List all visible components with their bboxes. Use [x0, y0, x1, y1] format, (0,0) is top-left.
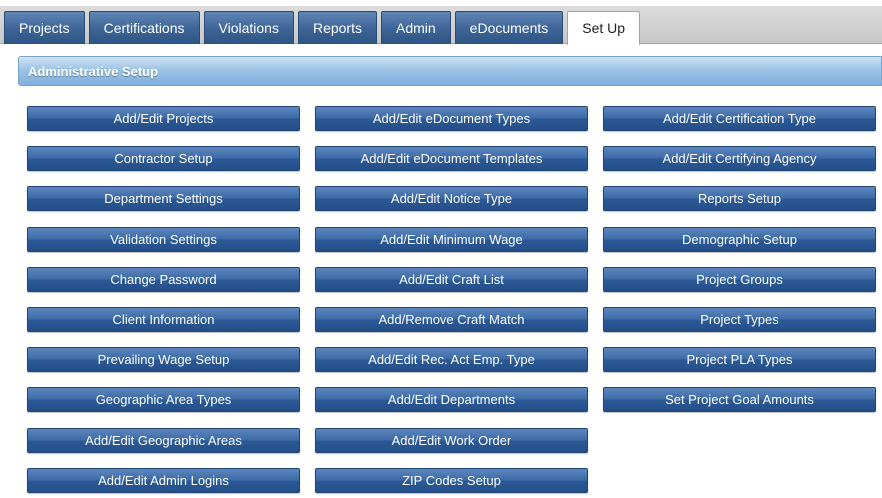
prevailing-wage-setup-button[interactable]: Prevailing Wage Setup [27, 347, 300, 373]
add-edit-craft-list-button[interactable]: Add/Edit Craft List [315, 266, 588, 292]
reports-setup-button[interactable]: Reports Setup [603, 186, 876, 212]
main-tab-bar: Projects Certifications Violations Repor… [0, 0, 882, 45]
project-types-button[interactable]: Project Types [603, 306, 876, 332]
validation-settings-button[interactable]: Validation Settings [27, 226, 300, 252]
add-remove-craft-match-button[interactable]: Add/Remove Craft Match [315, 306, 588, 332]
contractor-setup-button[interactable]: Contractor Setup [27, 146, 300, 172]
tab-admin[interactable]: Admin [380, 11, 451, 44]
section-title: Administrative Setup [28, 64, 159, 79]
zip-codes-setup-button[interactable]: ZIP Codes Setup [315, 467, 588, 493]
add-edit-edocument-templates-button[interactable]: Add/Edit eDocument Templates [315, 146, 588, 172]
department-settings-button[interactable]: Department Settings [27, 186, 300, 212]
tab-certifications[interactable]: Certifications [88, 11, 200, 44]
tab-reports[interactable]: Reports [297, 11, 377, 44]
setup-column-1: Add/Edit Projects Contractor Setup Depar… [27, 106, 300, 498]
demographic-setup-button[interactable]: Demographic Setup [603, 226, 876, 252]
add-edit-certification-type-button[interactable]: Add/Edit Certification Type [603, 106, 876, 131]
add-edit-minimum-wage-button[interactable]: Add/Edit Minimum Wage [315, 226, 588, 252]
setup-column-3: Add/Edit Certification Type Add/Edit Cer… [603, 106, 876, 428]
add-edit-rec-act-emp-type-button[interactable]: Add/Edit Rec. Act Emp. Type [315, 347, 588, 373]
tab-list: Projects Certifications Violations Repor… [4, 11, 644, 45]
setup-column-2: Add/Edit eDocument Types Add/Edit eDocum… [315, 106, 588, 498]
add-edit-geographic-areas-button[interactable]: Add/Edit Geographic Areas [27, 427, 300, 453]
change-password-button[interactable]: Change Password [27, 266, 300, 292]
tab-violations[interactable]: Violations [203, 11, 294, 44]
add-edit-notice-type-button[interactable]: Add/Edit Notice Type [315, 186, 588, 212]
set-project-goal-amounts-button[interactable]: Set Project Goal Amounts [603, 387, 876, 413]
client-information-button[interactable]: Client Information [27, 306, 300, 332]
geographic-area-types-button[interactable]: Geographic Area Types [27, 387, 300, 413]
tab-projects[interactable]: Projects [4, 11, 85, 44]
add-edit-departments-button[interactable]: Add/Edit Departments [315, 387, 588, 413]
add-edit-certifying-agency-button[interactable]: Add/Edit Certifying Agency [603, 146, 876, 172]
project-pla-types-button[interactable]: Project PLA Types [603, 347, 876, 373]
add-edit-work-order-button[interactable]: Add/Edit Work Order [315, 427, 588, 453]
add-edit-admin-logins-button[interactable]: Add/Edit Admin Logins [27, 467, 300, 493]
tab-edocuments[interactable]: eDocuments [454, 11, 564, 44]
add-edit-projects-button[interactable]: Add/Edit Projects [27, 106, 300, 131]
project-groups-button[interactable]: Project Groups [603, 266, 876, 292]
add-edit-edocument-types-button[interactable]: Add/Edit eDocument Types [315, 106, 588, 131]
tab-set-up[interactable]: Set Up [567, 11, 641, 45]
section-header: Administrative Setup [18, 56, 882, 86]
